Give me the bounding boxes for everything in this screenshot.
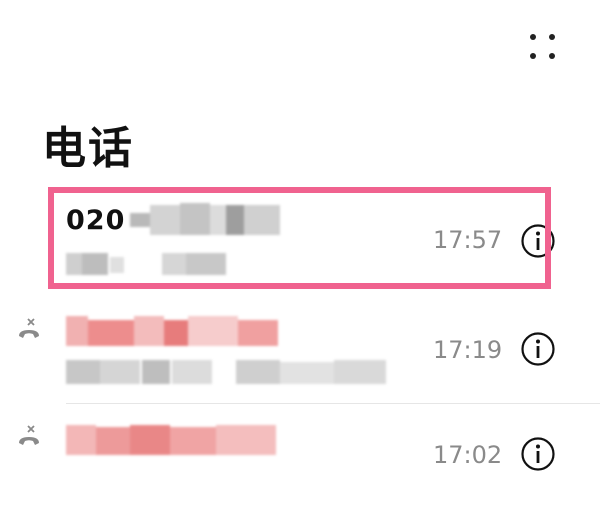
redacted-subtitle: [66, 358, 386, 386]
call-log-item[interactable]: 17:19: [0, 300, 600, 400]
missed-call-icon: [19, 425, 39, 445]
call-log-item[interactable]: 17:02: [0, 405, 600, 505]
call-time: 17:19: [433, 336, 503, 364]
redacted-number: [66, 425, 280, 455]
missed-call-icon: [19, 318, 39, 338]
call-log-item[interactable]: 020 17:57: [0, 187, 600, 287]
call-time: 17:02: [433, 441, 503, 469]
call-number: 020: [66, 205, 126, 236]
more-dot: [529, 52, 536, 59]
list-divider: [66, 403, 600, 404]
more-dot: [529, 33, 536, 40]
info-icon[interactable]: [520, 223, 556, 259]
page-title: 电话: [42, 123, 134, 174]
call-time: 17:57: [433, 226, 503, 254]
more-options-button[interactable]: [522, 28, 562, 64]
more-dot: [548, 52, 555, 59]
more-dot: [548, 33, 555, 40]
info-icon[interactable]: [520, 436, 556, 472]
redacted-number: [130, 199, 280, 239]
redacted-number: [66, 316, 280, 348]
info-icon[interactable]: [520, 331, 556, 367]
redacted-subtitle: [66, 251, 236, 277]
